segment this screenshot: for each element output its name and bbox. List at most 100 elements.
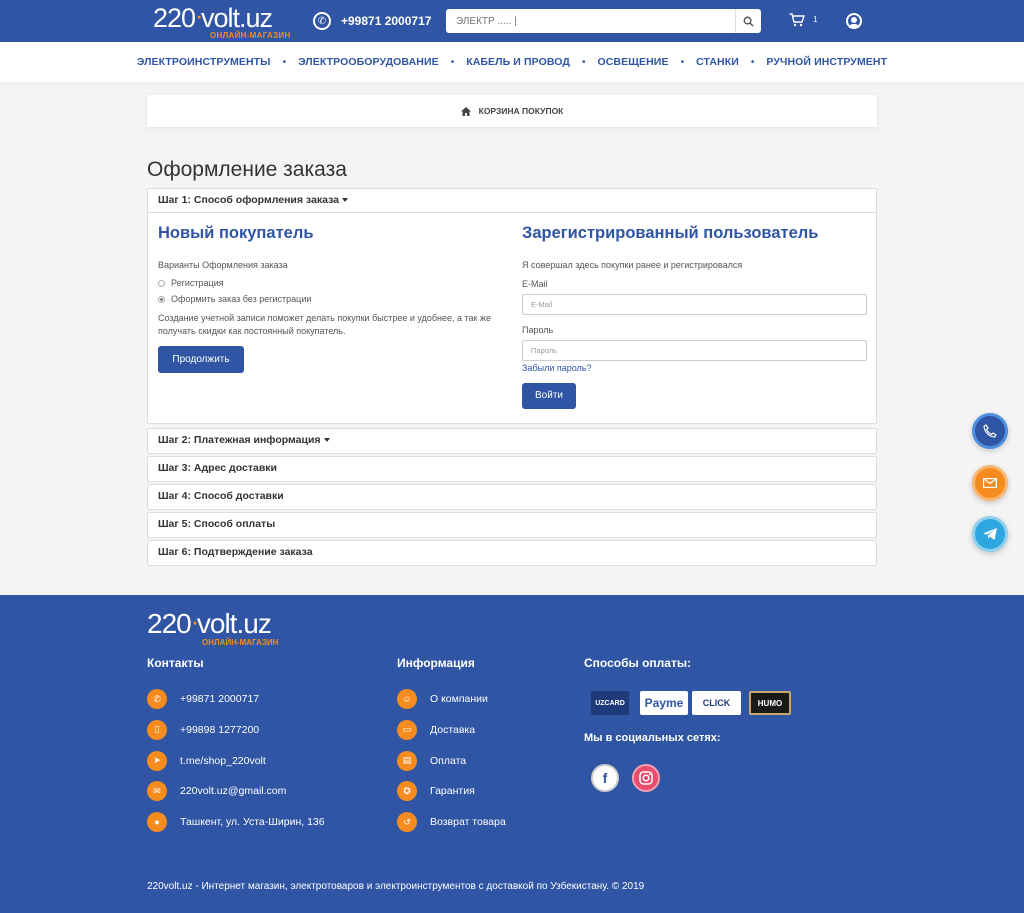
checkout-step-5[interactable]: Шаг 5: Способ оплаты	[147, 512, 877, 538]
nav-item-lighting[interactable]: ОСВЕЩЕНИЕ	[597, 56, 668, 68]
step-4-title: Шаг 4: Способ доставки	[158, 490, 284, 502]
checkout-step-3[interactable]: Шаг 3: Адрес доставки	[147, 456, 877, 482]
checkout-options-label: Варианты Оформления заказа	[158, 260, 288, 270]
logo-text-volt: volt.uz	[200, 3, 273, 33]
search-bar	[446, 9, 761, 33]
mail-icon: ✉	[147, 781, 167, 802]
footer-social-heading: Мы в социальных сетях:	[584, 732, 721, 744]
return-icon: ↺	[397, 812, 417, 833]
registered-desc: Я совершал здесь покупки ранее и регистр…	[522, 260, 743, 270]
checkout-step-6[interactable]: Шаг 6: Подтверждение заказа	[147, 540, 877, 566]
contact-phone-2[interactable]: ▯ +99898 1277200	[147, 719, 325, 741]
checkout-step-2[interactable]: Шаг 2: Платежная информация	[147, 428, 877, 454]
nav-separator: •	[581, 56, 586, 68]
contact-phone-1-text: +99871 2000717	[180, 693, 260, 705]
cart-count: 1	[813, 15, 818, 24]
float-telegram-button[interactable]	[972, 516, 1008, 552]
password-field[interactable]: Пароль	[522, 340, 867, 361]
float-email-button[interactable]	[972, 465, 1008, 501]
header-phone[interactable]: ✆ +99871 2000717	[313, 10, 431, 32]
main-nav: ЭЛЕКТРОИНСТРУМЕНТЫ • ЭЛЕКТРООБОРУДОВАНИЕ…	[0, 42, 1024, 82]
step-1-header[interactable]: Шаг 1: Способ оформления заказа	[148, 189, 876, 213]
info-returns[interactable]: ↺ Возврат товара	[397, 811, 506, 833]
info-delivery[interactable]: ▭ Доставка	[397, 719, 506, 741]
info-delivery-text: Доставка	[430, 723, 476, 736]
nav-item-power-tools[interactable]: ЭЛЕКТРОИНСТРУМЕНТЫ	[137, 56, 271, 68]
info-payment[interactable]: ▤ Оплата	[397, 750, 506, 772]
footer-logo[interactable]: 220ᐧvolt.uz ОНЛАЙН-МАГАЗИН	[147, 608, 278, 648]
footer-info-list: ☺ О компании ▭ Доставка ▤ Оплата ✪ Гарантия …	[397, 688, 506, 842]
footer-logo-220: 220	[147, 608, 192, 639]
page-title: Оформление заказа	[147, 158, 347, 181]
info-warranty-text: Гарантия	[430, 785, 475, 798]
phone-icon: ✆	[147, 689, 167, 709]
phone-icon	[983, 424, 997, 438]
nav-item-hand-tools[interactable]: РУЧНОЙ ИНСТРУМЕНТ	[766, 56, 887, 68]
badge-icon: ✪	[397, 781, 417, 802]
nav-item-electrical-equipment[interactable]: ЭЛЕКТРООБОРУДОВАНИЕ	[298, 56, 439, 68]
radio-guest[interactable]	[158, 295, 165, 303]
contact-phone-1[interactable]: ✆ +99871 2000717	[147, 688, 325, 710]
continue-button[interactable]: Продолжить	[158, 346, 244, 373]
step-3-title: Шаг 3: Адрес доставки	[158, 462, 277, 474]
new-customer-column: Новый покупатель Варианты Оформления зак…	[158, 213, 498, 373]
footer-payment-heading: Способы оплаты:	[584, 656, 692, 670]
home-icon[interactable]	[460, 106, 471, 116]
info-warranty[interactable]: ✪ Гарантия	[397, 780, 506, 802]
instagram-icon[interactable]	[632, 764, 660, 792]
user-account-icon[interactable]	[846, 13, 862, 29]
footer-logo-volt: volt.uz	[196, 608, 272, 639]
registered-user-column: Зарегистрированный пользователь Я соверш…	[522, 213, 867, 409]
contact-address: ● Ташкент, ул. Уста-Ширин, 136	[147, 811, 325, 833]
header-phone-number: +99871 2000717	[341, 14, 432, 28]
radio-register[interactable]	[158, 279, 165, 287]
cart-button[interactable]: 1	[789, 13, 817, 27]
mobile-icon: ▯	[147, 719, 167, 740]
email-field[interactable]: E-Mail	[522, 294, 867, 315]
logo-subtitle: ОНЛАЙН-МАГАЗИН	[210, 31, 291, 40]
contact-email-text: 220volt.uz@gmail.com	[180, 785, 287, 798]
search-button[interactable]	[735, 9, 761, 33]
option-register-label: Регистрация	[171, 278, 224, 288]
option-guest-label: Оформить заказ без регистрации	[171, 294, 312, 304]
forgot-password-link[interactable]: Забыли пароль?	[522, 363, 867, 373]
nav-item-cable[interactable]: КАБЕЛЬ И ПРОВОД	[466, 56, 570, 68]
contact-address-text: Ташкент, ул. Уста-Ширин, 136	[180, 816, 325, 829]
info-about[interactable]: ☺ О компании	[397, 688, 506, 710]
breadcrumb: КОРЗИНА ПОКУПОК	[147, 95, 877, 127]
info-payment-text: Оплата	[430, 754, 467, 767]
uzcard-logo: UZCARD	[591, 691, 629, 715]
step-5-title: Шаг 5: Способ оплаты	[158, 518, 276, 530]
float-call-button[interactable]	[972, 413, 1008, 449]
location-pin-icon: ●	[147, 812, 167, 833]
logo-text-220: 220	[153, 3, 196, 33]
option-guest[interactable]: Оформить заказ без регистрации	[158, 294, 498, 304]
breadcrumb-cart[interactable]: КОРЗИНА ПОКУПОК	[479, 106, 564, 116]
account-note: Создание учетной записи поможет делать п…	[158, 313, 491, 336]
login-button[interactable]: Войти	[522, 383, 576, 409]
new-customer-heading: Новый покупатель	[158, 224, 314, 242]
caret-down-icon	[323, 438, 330, 443]
facebook-icon[interactable]: f	[591, 764, 619, 792]
password-label: Пароль	[522, 325, 554, 335]
nav-item-machines[interactable]: СТАНКИ	[696, 56, 739, 68]
telegram-icon	[983, 528, 997, 540]
contact-email[interactable]: ✉ 220volt.uz@gmail.com	[147, 780, 325, 802]
checkout-step-1: Шаг 1: Способ оформления заказа Новый по…	[147, 188, 877, 424]
footer-logo-subtitle: ОНЛАЙН-МАГАЗИН	[202, 638, 279, 647]
about-icon: ☺	[397, 689, 417, 709]
instagram-glyph	[639, 771, 653, 785]
search-input[interactable]	[446, 9, 735, 33]
top-header: 220ᐧvolt.uz ОНЛАЙН-МАГАЗИН ✆ +99871 2000…	[0, 0, 1024, 42]
search-icon	[743, 16, 754, 27]
step-2-title: Шаг 2: Платежная информация	[158, 434, 321, 446]
wallet-icon: ▤	[397, 750, 417, 771]
footer: 220ᐧvolt.uz ОНЛАЙН-МАГАЗИН Контакты ✆ +99…	[0, 595, 1024, 913]
footer-contacts-heading: Контакты	[147, 656, 204, 670]
site-logo[interactable]: 220ᐧvolt.uz ОНЛАЙН-МАГАЗИН	[153, 4, 293, 42]
contact-telegram[interactable]: ➤ t.me/shop_220volt	[147, 750, 325, 772]
checkout-step-4[interactable]: Шаг 4: Способ доставки	[147, 484, 877, 510]
option-register[interactable]: Регистрация	[158, 278, 498, 288]
footer-info-heading: Информация	[397, 656, 475, 670]
cart-icon	[789, 13, 805, 27]
